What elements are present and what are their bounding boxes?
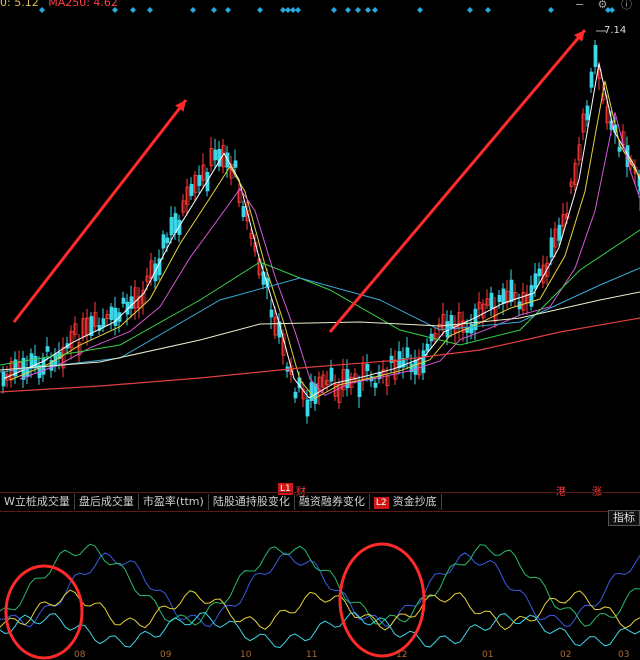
candle-body bbox=[425, 343, 430, 352]
signal-diamond bbox=[257, 7, 263, 13]
candle-body bbox=[549, 237, 554, 258]
signal-diamond bbox=[147, 7, 153, 13]
candle-body bbox=[269, 309, 274, 318]
candle-body bbox=[501, 288, 506, 305]
x-label: 03 bbox=[618, 650, 630, 660]
tab-bottom-fishing-label: 资金抄底 bbox=[392, 495, 437, 508]
candle-body bbox=[593, 44, 598, 68]
candle-body bbox=[109, 306, 114, 321]
candle-body bbox=[233, 160, 238, 168]
ma60-line bbox=[0, 267, 640, 373]
indicator-tab-bar: W立桩成交量 盘后成交量 市盈率(ttm) 陆股通持股变化 融资融券变化 L2 资… bbox=[0, 492, 640, 512]
candle-body bbox=[413, 359, 418, 375]
x-label: 11 bbox=[306, 650, 318, 660]
signal-diamond bbox=[190, 7, 196, 13]
info-icon[interactable]: ⓘ bbox=[621, 0, 632, 11]
gear-icon[interactable]: ⚙ bbox=[598, 0, 608, 11]
candle-body bbox=[309, 382, 314, 401]
candle-body bbox=[197, 174, 202, 186]
indicator-line-blue bbox=[0, 552, 640, 628]
candle-body bbox=[45, 346, 50, 352]
candle-body bbox=[509, 279, 514, 303]
candle-body bbox=[357, 380, 362, 397]
ma250-value: MA250: 4.62 bbox=[48, 0, 118, 9]
indicator-line-cyan bbox=[0, 612, 640, 649]
candle-body bbox=[113, 307, 118, 326]
candle-body bbox=[217, 149, 222, 167]
candle-body bbox=[533, 273, 538, 289]
signal-diamond bbox=[211, 7, 217, 13]
ma30-line bbox=[0, 229, 640, 366]
candle-body bbox=[557, 224, 562, 241]
candle-body bbox=[161, 234, 166, 249]
signal-diamond bbox=[355, 7, 361, 13]
ma10-line bbox=[9, 80, 640, 400]
candle-body bbox=[469, 323, 474, 334]
tab-pile-volume[interactable]: W立桩成交量 bbox=[0, 494, 75, 510]
candle-body bbox=[617, 146, 622, 152]
candle-body bbox=[241, 206, 246, 218]
candle-body bbox=[29, 353, 34, 368]
signal-diamond bbox=[467, 7, 473, 13]
x-label: 02 bbox=[560, 650, 572, 660]
highlight-circle-1 bbox=[4, 564, 84, 660]
tab-northbound-holding[interactable]: 陆股通持股变化 bbox=[209, 494, 295, 510]
tab-bottom-fishing[interactable]: L2 资金抄底 bbox=[370, 494, 442, 510]
x-label: 10 bbox=[240, 650, 252, 660]
candle-body bbox=[449, 315, 454, 329]
tab-pe-ttm[interactable]: 市盈率(ttm) bbox=[139, 494, 209, 510]
candle-body bbox=[213, 149, 218, 161]
signal-diamond bbox=[345, 7, 351, 13]
candle-body bbox=[585, 105, 590, 121]
candle-body bbox=[305, 399, 310, 417]
signal-diamond bbox=[331, 7, 337, 13]
candle-body bbox=[365, 363, 370, 372]
ma-header: 0: 5.12 MA250: 4.62 bbox=[0, 0, 118, 9]
candle-body bbox=[389, 355, 394, 363]
candle-body bbox=[497, 294, 502, 303]
candle-body bbox=[189, 183, 194, 197]
indicator-line-green bbox=[0, 543, 640, 627]
peak-price-label: 7.14 bbox=[604, 25, 627, 36]
x-label: 08 bbox=[74, 650, 86, 660]
candle-body bbox=[169, 217, 174, 236]
tab-after-hours-volume[interactable]: 盘后成交量 bbox=[75, 494, 139, 510]
candle-body bbox=[173, 213, 178, 233]
signal-diamond bbox=[485, 7, 491, 13]
stock-chart-canvas bbox=[0, 7, 640, 660]
candle-body bbox=[293, 391, 298, 399]
candle-body bbox=[405, 347, 410, 358]
signal-diamond bbox=[365, 7, 371, 13]
chart-toolbar: − ⚙ ⓘ bbox=[565, 0, 632, 12]
signal-diamond bbox=[130, 7, 136, 13]
signal-diamond bbox=[372, 7, 378, 13]
candle-body bbox=[489, 292, 494, 309]
highlight-circle-2 bbox=[338, 542, 426, 658]
tab-badge-l2: L2 bbox=[373, 497, 389, 509]
signal-diamond bbox=[295, 7, 301, 13]
candle-body bbox=[537, 268, 542, 277]
signal-diamond bbox=[417, 7, 423, 13]
signal-diamond bbox=[225, 7, 231, 13]
signal-diamond bbox=[548, 7, 554, 13]
candle-body bbox=[165, 237, 170, 244]
ma5-line bbox=[3, 63, 640, 399]
tab-margin-trading[interactable]: 融资融券变化 bbox=[295, 494, 370, 510]
candle-body bbox=[329, 367, 334, 382]
restore-icon[interactable]: − bbox=[575, 0, 584, 11]
indicator-button[interactable]: 指标 bbox=[608, 510, 640, 526]
candle-body bbox=[1, 371, 6, 387]
ma-value: 0: 5.12 bbox=[0, 0, 39, 9]
candle-body bbox=[121, 297, 126, 304]
x-label: 09 bbox=[160, 650, 172, 660]
candle-body bbox=[373, 382, 378, 388]
ma250-line bbox=[0, 317, 640, 393]
candle-body bbox=[101, 318, 106, 328]
trend-arrow-1 bbox=[12, 99, 188, 323]
x-label: 01 bbox=[482, 650, 494, 660]
candle-body bbox=[589, 71, 594, 88]
candle-body bbox=[529, 285, 534, 307]
x-label: 12 bbox=[396, 650, 408, 660]
ma20-line bbox=[19, 112, 640, 397]
